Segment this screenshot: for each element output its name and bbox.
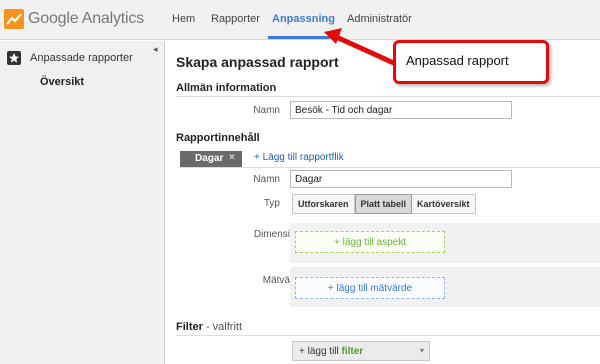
tab-divider bbox=[180, 167, 600, 168]
star-icon bbox=[7, 51, 21, 65]
dimensions-panel: + lägg till aspekt bbox=[290, 223, 600, 263]
section-general-heading: Allmän information bbox=[176, 82, 277, 94]
report-tab-label: Dagar bbox=[195, 153, 224, 164]
callout-arrow-icon bbox=[324, 28, 398, 67]
nav-reports[interactable]: Rapporter bbox=[211, 13, 260, 25]
report-name-input[interactable] bbox=[290, 101, 512, 119]
metrics-panel: + lägg till mätvärde bbox=[290, 267, 600, 307]
sidebar-item-custom-reports[interactable]: Anpassade rapporter bbox=[0, 51, 150, 71]
add-metric-button[interactable]: + lägg till mätvärde bbox=[295, 277, 445, 299]
type-explorer-button[interactable]: Utforskaren bbox=[292, 194, 355, 214]
report-type-selector: Utforskaren Platt tabell Kartöversikt bbox=[292, 194, 476, 214]
tab-name-input[interactable] bbox=[290, 170, 512, 188]
main-content: Skapa anpassad rapport Allmän informatio… bbox=[166, 41, 600, 364]
report-tab-chip[interactable]: Dagar × bbox=[180, 151, 242, 167]
add-filter-word: filter bbox=[341, 346, 364, 357]
sidebar-item-label: Anpassade rapporter bbox=[30, 52, 133, 64]
analytics-logo-icon bbox=[4, 9, 24, 29]
add-dimension-button[interactable]: + lägg till aspekt bbox=[295, 231, 445, 253]
google-analytics-logo[interactable]: Google Analytics bbox=[4, 9, 164, 31]
top-bar: Google Analytics Hem Rapporter Anpassnin… bbox=[0, 0, 600, 40]
sidebar-subitem-label: Översikt bbox=[40, 76, 85, 88]
annotation-callout: Anpassad rapport bbox=[393, 40, 549, 84]
sidebar: Anpassade rapporter Översikt bbox=[0, 41, 165, 364]
close-icon[interactable]: × bbox=[229, 152, 235, 163]
divider bbox=[176, 96, 600, 97]
report-name-label: Namn bbox=[253, 105, 280, 116]
divider bbox=[176, 335, 600, 336]
page-title: Skapa anpassad rapport bbox=[176, 54, 339, 70]
filter-optional-text: - valfritt bbox=[202, 321, 243, 333]
filter-heading-text: Filter bbox=[176, 321, 203, 333]
type-flat-table-button[interactable]: Platt tabell bbox=[354, 194, 413, 214]
chevron-down-icon: ▾ bbox=[419, 346, 424, 355]
callout-text: Anpassad rapport bbox=[406, 53, 509, 68]
sidebar-item-overview[interactable]: Översikt bbox=[0, 75, 150, 95]
add-filter-button[interactable]: + lägg till filter ▾ bbox=[292, 341, 430, 361]
type-map-overlay-button[interactable]: Kartöversikt bbox=[412, 194, 476, 214]
logo-text: Google Analytics bbox=[28, 10, 144, 27]
nav-home[interactable]: Hem bbox=[172, 13, 195, 25]
collapse-left-icon[interactable]: ◂ bbox=[153, 44, 163, 58]
section-filter-heading: Filter - valfritt bbox=[176, 321, 242, 333]
type-label: Typ bbox=[263, 198, 280, 209]
tab-name-label: Namn bbox=[253, 174, 280, 185]
add-report-tab-link[interactable]: + Lägg till rapportflik bbox=[254, 152, 344, 163]
add-filter-prefix: + lägg till bbox=[299, 346, 342, 357]
section-content-heading: Rapportinnehåll bbox=[176, 132, 260, 144]
